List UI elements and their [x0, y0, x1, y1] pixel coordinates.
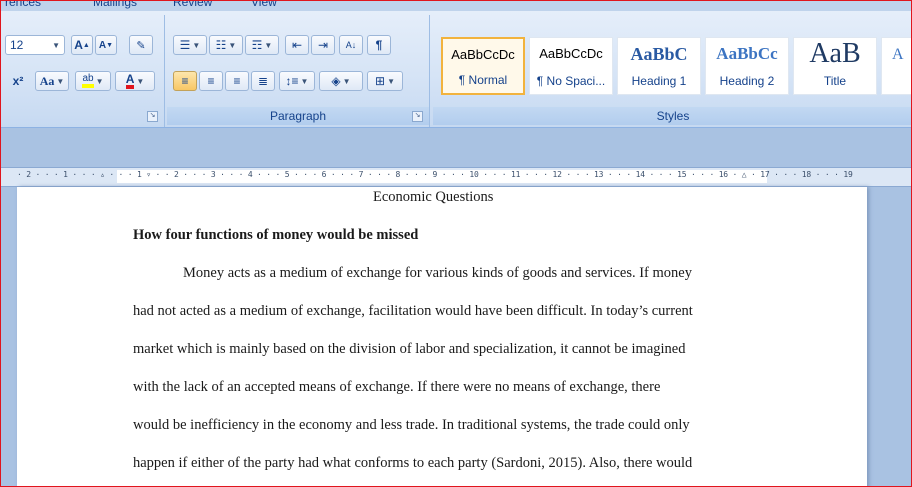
style-name: Heading 1: [631, 74, 687, 88]
paragraph-line[interactable]: with the lack of an accepted means of ex…: [133, 379, 793, 396]
align-left-button[interactable]: ≡: [173, 71, 197, 91]
pilcrow-icon: ¶: [375, 38, 383, 52]
style-sample: AaBbCc: [716, 44, 778, 63]
align-center-button[interactable]: ≡: [199, 71, 223, 91]
styles-group-label: Styles: [433, 107, 911, 125]
chevron-down-icon: ▼: [95, 76, 104, 86]
style-sample: A: [892, 46, 904, 63]
style-name: ¶ No Spaci...: [536, 74, 606, 88]
bullets-button[interactable]: ☰ ▼: [173, 35, 207, 55]
numbering-button[interactable]: ☷ ▼: [209, 35, 243, 55]
document-heading[interactable]: How four functions of money would be mis…: [133, 227, 793, 244]
shrink-font-button[interactable]: A ▼: [95, 35, 117, 55]
paragraph-group-label: Paragraph: [167, 107, 429, 125]
justify-button[interactable]: ≣: [251, 71, 275, 91]
style-normal[interactable]: AaBbCcDc ¶ Normal: [441, 37, 525, 95]
style-name: Title: [823, 74, 847, 88]
justify-icon: ≣: [257, 74, 269, 88]
style-sample: AaB: [809, 38, 861, 69]
horizontal-ruler[interactable]: · 2 · · · 1 · · · ▵ · · · 1 ▿ · · 2 · · …: [1, 167, 911, 187]
borders-icon: ⊞: [375, 74, 386, 88]
chevron-down-icon: ▼: [264, 40, 273, 50]
align-right-button[interactable]: ≡: [225, 71, 249, 91]
change-case-button[interactable]: Aa ▼: [35, 71, 69, 91]
paragraph-line[interactable]: Money acts as a medium of exchange for v…: [183, 265, 843, 282]
increase-indent-icon: ⇥: [317, 38, 329, 52]
highlight-icon: ab: [82, 74, 94, 88]
font-size-box[interactable]: 12 ▼: [5, 35, 65, 55]
multilevel-list-icon: ☶: [251, 38, 263, 52]
font-color-button[interactable]: A ▼: [115, 71, 155, 91]
paragraph-line[interactable]: would be inefficiency in the economy and…: [133, 417, 793, 434]
chevron-down-icon: ▼: [342, 76, 351, 86]
decrease-indent-button[interactable]: ⇤: [285, 35, 309, 55]
style-heading-2[interactable]: AaBbCc Heading 2: [705, 37, 789, 95]
line-spacing-icon: ↕≡: [285, 74, 299, 88]
ruler-scale: · 2 · · · 1 · · · ▵ · · · 1 ▿ · · 2 · · …: [17, 170, 853, 179]
ribbon-tab-strip: rences Mailings Review View: [1, 1, 911, 11]
line-spacing-button[interactable]: ↕≡ ▼: [279, 71, 315, 91]
style-sample: AaBbC: [630, 44, 688, 64]
chevron-down-icon: ▼: [300, 76, 309, 86]
style-name: Heading 2: [719, 74, 775, 88]
paragraph-line[interactable]: happen if either of the party had what c…: [133, 455, 793, 472]
multilevel-list-button[interactable]: ☶ ▼: [245, 35, 279, 55]
align-left-icon: ≡: [181, 74, 189, 88]
paragraph-line[interactable]: had not acted as a medium of exchange, f…: [133, 303, 793, 320]
grow-font-icon: A: [74, 38, 83, 52]
paint-bucket-icon: ◈: [331, 74, 341, 88]
decrease-indent-icon: ⇤: [291, 38, 303, 52]
numbering-icon: ☷: [215, 38, 227, 52]
tab-view[interactable]: View: [251, 1, 277, 9]
tab-mailings[interactable]: Mailings: [93, 1, 137, 9]
up-arrow-icon: ▲: [82, 41, 90, 49]
chevron-down-icon: ▼: [56, 76, 65, 86]
sort-icon: A↓: [345, 40, 357, 50]
tab-references[interactable]: rences: [5, 1, 41, 9]
font-color-icon: A: [125, 73, 135, 89]
styles-group: AaBbCcDc ¶ Normal AaBbCcDc ¶ No Spaci...…: [433, 15, 911, 127]
align-center-icon: ≡: [207, 74, 215, 88]
style-sample: AaBbCcDc: [539, 46, 603, 61]
style-title[interactable]: AaB Title: [793, 37, 877, 95]
tab-review[interactable]: Review: [173, 1, 212, 9]
clear-formatting-icon: ✎: [136, 39, 146, 52]
grow-font-button[interactable]: A ▲: [71, 35, 93, 55]
document-title[interactable]: Economic Questions: [373, 189, 911, 206]
font-size-value: 12: [10, 38, 24, 52]
sort-button[interactable]: A↓: [339, 35, 363, 55]
style-heading-1[interactable]: AaBbC Heading 1: [617, 37, 701, 95]
document-page[interactable]: Economic Questions How four functions of…: [17, 187, 867, 486]
shading-button[interactable]: ◈ ▼: [319, 71, 363, 91]
style-name: ¶ Normal: [458, 73, 508, 87]
show-formatting-marks-button[interactable]: ¶: [367, 35, 391, 55]
font-dialog-launcher-icon[interactable]: ↘: [147, 111, 158, 122]
style-no-spacing[interactable]: AaBbCcDc ¶ No Spaci...: [529, 37, 613, 95]
increase-indent-button[interactable]: ⇥: [311, 35, 335, 55]
style-sample: AaBbCcDc: [451, 47, 515, 62]
chevron-down-icon: ▼: [387, 76, 395, 86]
chevron-down-icon: ▼: [192, 40, 201, 50]
superscript-icon: x²: [12, 74, 24, 88]
chevron-down-icon: ▼: [136, 76, 145, 86]
style-subtitle[interactable]: A: [881, 37, 911, 95]
highlight-button[interactable]: ab ▼: [75, 71, 111, 91]
chevron-down-icon: ▼: [52, 40, 60, 50]
word-window: rences Mailings Review View 12 ▼ A ▲ A ▼ ✎…: [0, 0, 912, 487]
down-arrow-icon: ▼: [106, 41, 114, 49]
ribbon: 12 ▼ A ▲ A ▼ ✎ x² Aa ▼ ab ▼ A ▼ ↘ ☰ ▼ ☷ …: [1, 11, 911, 128]
paragraph-dialog-launcher-icon[interactable]: ↘: [412, 111, 423, 122]
shrink-font-icon: A: [98, 39, 107, 51]
change-case-icon: Aa: [39, 73, 55, 88]
paragraph-line[interactable]: market which is mainly based on the divi…: [133, 341, 793, 358]
superscript-button[interactable]: x²: [5, 71, 31, 91]
borders-button[interactable]: ⊞ ▼: [367, 71, 403, 91]
chevron-down-icon: ▼: [228, 40, 237, 50]
font-group: 12 ▼ A ▲ A ▼ ✎ x² Aa ▼ ab ▼ A ▼ ↘: [1, 15, 165, 127]
align-right-icon: ≡: [233, 74, 241, 88]
clear-formatting-button[interactable]: ✎: [129, 35, 153, 55]
paragraph-group: ☰ ▼ ☷ ▼ ☶ ▼ ⇤ ⇥ A↓ ¶ ≡ ≡ ≡ ≣ ↕≡ ▼ ◈ ▼ ⊞ …: [167, 15, 430, 127]
bullets-icon: ☰: [179, 38, 191, 52]
